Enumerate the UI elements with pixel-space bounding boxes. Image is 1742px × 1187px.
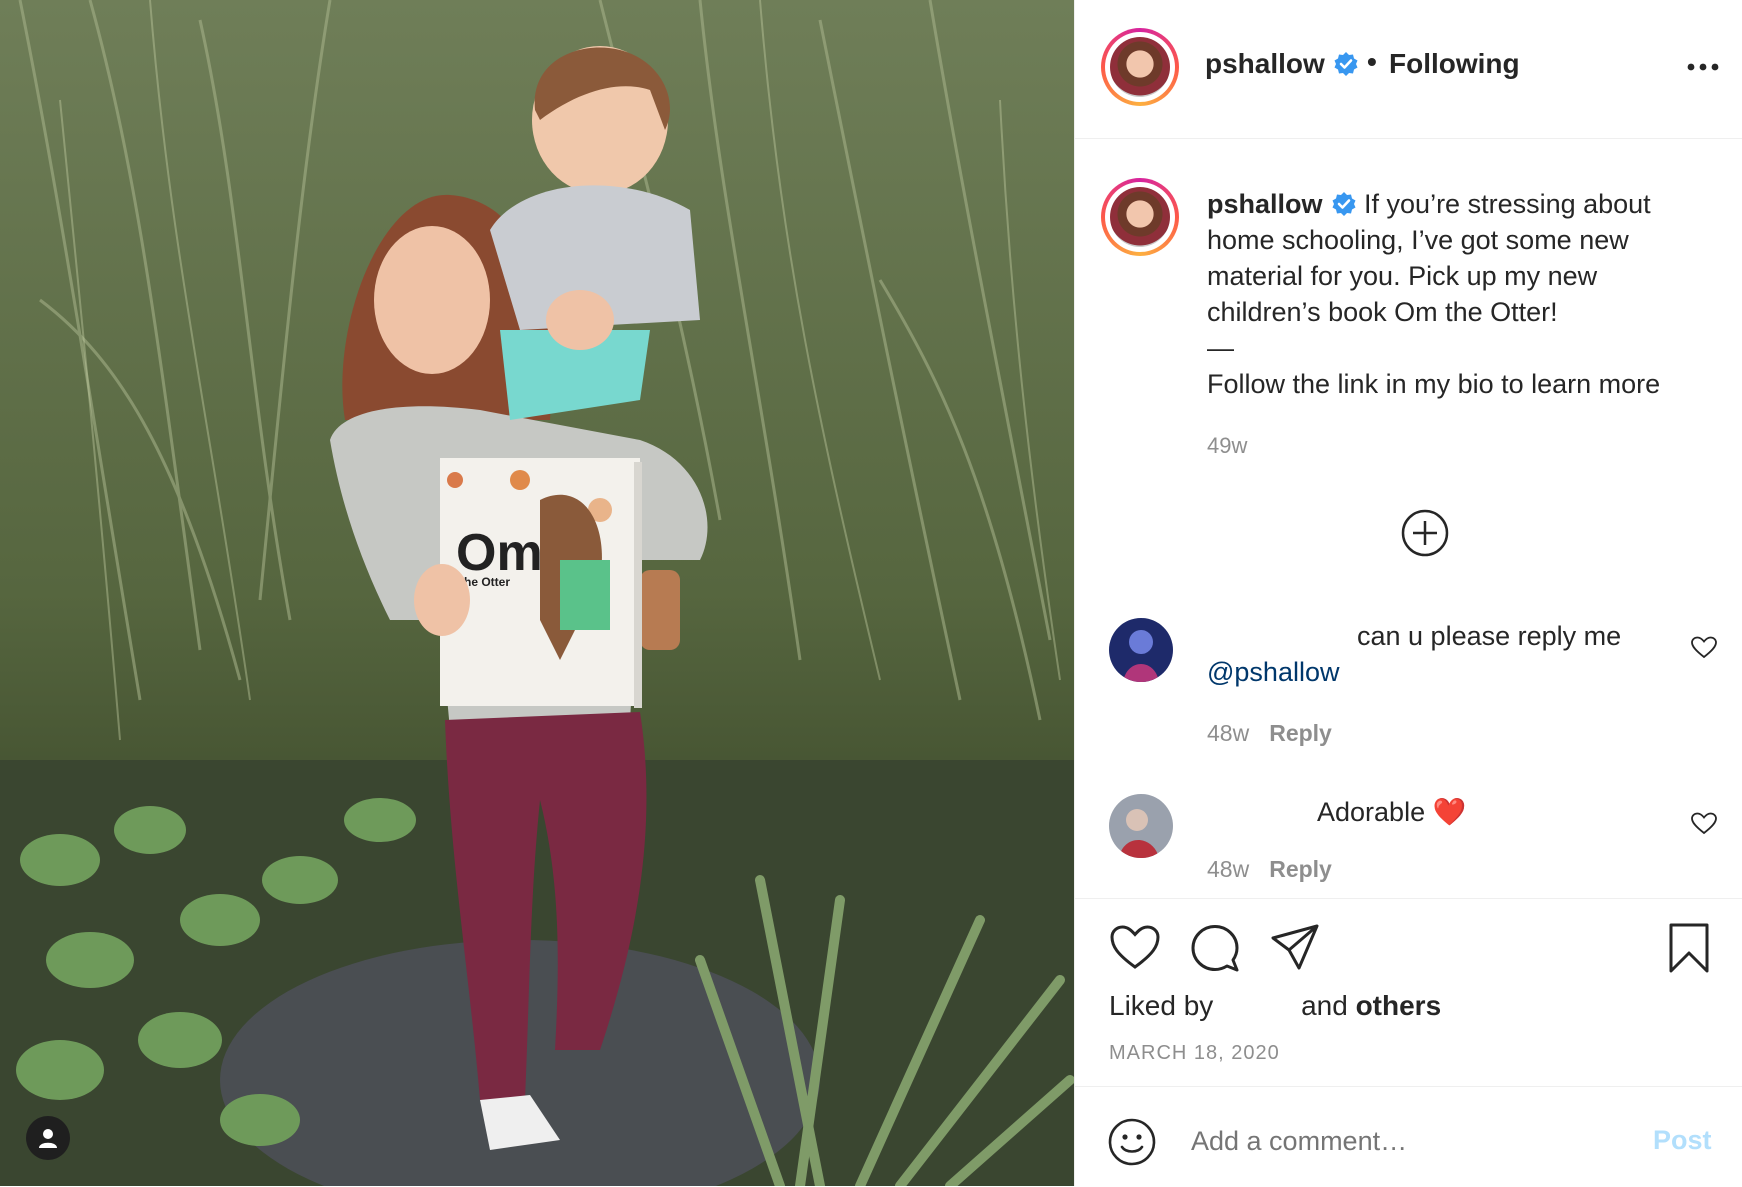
bookmark-icon[interactable]	[1663, 922, 1715, 974]
post-header: pshallow • Following	[1075, 0, 1742, 139]
user-tag-icon	[39, 1129, 57, 1148]
comment-composer: Post	[1075, 1086, 1742, 1187]
reply-button[interactable]: Reply	[1269, 856, 1332, 882]
photo-illustration: Om the Otter	[0, 0, 1074, 1186]
caption-line: material for you. Pick up my new	[1207, 261, 1598, 291]
comment-time[interactable]: 48w	[1207, 856, 1249, 882]
comment-meta: 48w Reply	[1207, 856, 1332, 883]
comment-text: Adorable ❤️	[1317, 797, 1467, 827]
caption-line: If you’re stressing about	[1364, 189, 1651, 219]
post-photo[interactable]: Om the Otter	[0, 0, 1074, 1186]
actions-divider	[1075, 898, 1742, 899]
comment-heart-icon[interactable]	[1691, 636, 1717, 660]
verified-badge-icon	[1332, 191, 1356, 216]
comment-input[interactable]	[1189, 1125, 1593, 1158]
comment-mention[interactable]: @pshallow	[1207, 657, 1339, 687]
comment-avatar[interactable]	[1109, 794, 1173, 858]
comment-icon[interactable]	[1189, 922, 1241, 974]
author-username[interactable]: pshallow	[1205, 48, 1325, 79]
caption-line: —	[1207, 333, 1234, 363]
caption-line: children’s book Om the Otter!	[1207, 297, 1558, 327]
author-username-link[interactable]: pshallow	[1205, 48, 1359, 80]
comment-avatar[interactable]	[1109, 618, 1173, 682]
caption-line: home schooling, I’ve got some new	[1207, 225, 1629, 255]
likes-mid: and	[1301, 990, 1348, 1021]
comment-heart-icon[interactable]	[1691, 812, 1717, 836]
caption-line: Follow the link in my bio to learn more	[1207, 369, 1661, 399]
post-comment-button[interactable]: Post	[1653, 1125, 1712, 1156]
verified-badge-icon	[1334, 51, 1358, 76]
likes-others-link[interactable]: others	[1356, 990, 1442, 1021]
more-options-icon[interactable]	[1683, 52, 1723, 82]
author-avatar[interactable]	[1101, 28, 1179, 106]
emoji-icon[interactable]	[1107, 1117, 1157, 1167]
likes-prefix: Liked by	[1109, 990, 1214, 1021]
post-date[interactable]: MARCH 18, 2020	[1109, 1042, 1280, 1065]
load-more-icon[interactable]	[1400, 508, 1450, 558]
header-separator: •	[1367, 46, 1377, 77]
book-title: Om	[456, 524, 543, 582]
comment-meta: 48w Reply	[1207, 720, 1332, 747]
caption-username[interactable]: pshallow	[1207, 189, 1323, 219]
post-side-panel: pshallow • Following pshallow If you’re …	[1074, 0, 1742, 1186]
reply-button[interactable]: Reply	[1269, 720, 1332, 746]
likes-summary[interactable]: Liked by and others	[1109, 990, 1441, 1022]
share-icon[interactable]	[1269, 922, 1321, 974]
caption-author-avatar[interactable]	[1101, 178, 1179, 256]
user-tag-button[interactable]	[26, 1116, 70, 1160]
following-button[interactable]: Following	[1389, 48, 1520, 80]
heart-icon[interactable]	[1109, 922, 1161, 974]
comment-time[interactable]: 48w	[1207, 720, 1249, 746]
comment-text: can u please reply me	[1357, 621, 1622, 651]
caption-time[interactable]: 49w	[1207, 428, 1707, 464]
post-caption: pshallow If you’re stressing about home …	[1207, 186, 1707, 464]
